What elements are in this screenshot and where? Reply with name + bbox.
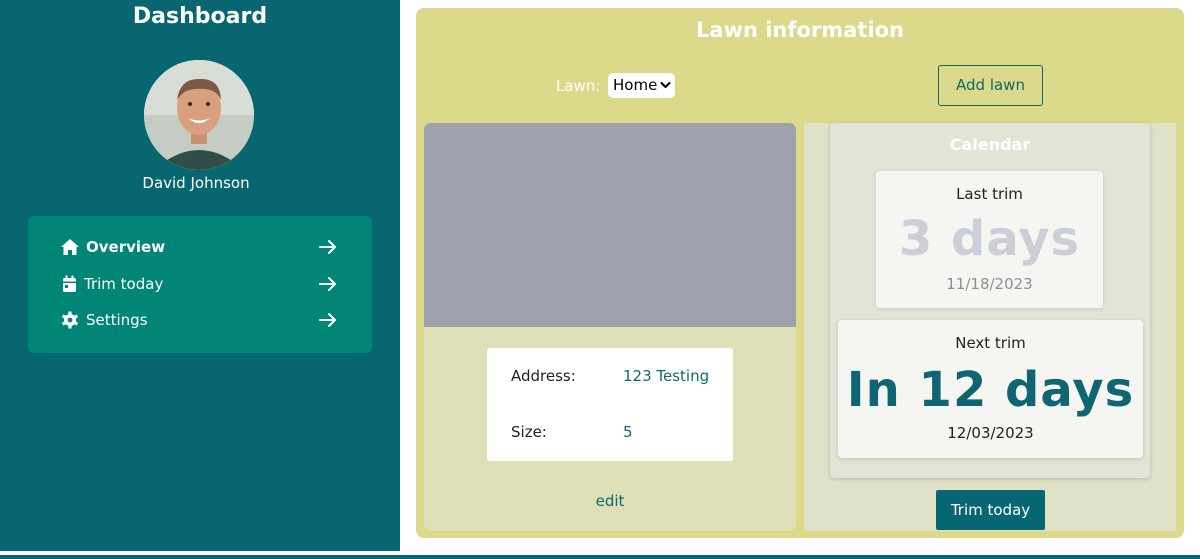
chevron-down-icon: [660, 82, 671, 88]
trim-today-button[interactable]: Trim today: [936, 490, 1045, 530]
next-trim-label: Next trim: [955, 334, 1026, 352]
add-lawn-button[interactable]: Add lawn: [938, 65, 1043, 106]
last-trim-label: Last trim: [956, 185, 1023, 203]
nav-label-trim-today: Trim today: [84, 275, 164, 293]
lawn-information-panel: Lawn information Lawn: Home Add lawn Add…: [416, 8, 1184, 538]
lawn-details: Address: 123 Testing Size: 5: [487, 348, 733, 461]
avatar-image: [144, 60, 254, 170]
sidebar-title: Dashboard: [132, 4, 268, 29]
sidebar-nav: Overview Trim today Settings: [28, 216, 372, 353]
last-trim-days: 3 days: [898, 211, 1081, 267]
arrow-right-icon: [319, 240, 336, 254]
sidebar: Dashboard David Johnson Overview Trim to…: [0, 0, 400, 551]
nav-item-trim-today[interactable]: Trim today: [28, 269, 372, 299]
calendar-panel: Calendar Last trim 3 days 11/18/2023 Nex…: [830, 123, 1150, 478]
calendar-icon: [63, 275, 76, 292]
next-trim-days: In 12 days: [846, 362, 1135, 418]
nav-item-settings[interactable]: Settings: [28, 305, 372, 335]
lawn-photo-placeholder: [424, 123, 796, 327]
address-label: Address:: [511, 367, 576, 385]
nav-item-overview[interactable]: Overview: [28, 232, 372, 262]
next-trim-date: 12/03/2023: [947, 424, 1034, 442]
nav-label-overview: Overview: [86, 238, 166, 256]
calendar-title: Calendar: [949, 135, 1031, 154]
user-name: David Johnson: [142, 174, 250, 192]
nav-label-settings: Settings: [86, 311, 148, 329]
lawn-card: Address: 123 Testing Size: 5 edit: [424, 123, 796, 531]
avatar: [144, 60, 254, 170]
last-trim-date: 11/18/2023: [946, 275, 1033, 293]
edit-lawn-link[interactable]: edit: [424, 492, 796, 510]
size-value: 5: [623, 423, 633, 441]
last-trim-card: Last trim 3 days 11/18/2023: [876, 171, 1103, 308]
home-icon: [61, 239, 79, 255]
lawn-select-label: Lawn:: [556, 77, 601, 95]
arrow-right-icon: [319, 277, 336, 291]
next-trim-card: Next trim In 12 days 12/03/2023: [838, 320, 1143, 458]
calendar-column: Calendar Last trim 3 days 11/18/2023 Nex…: [804, 123, 1176, 531]
gear-icon: [61, 311, 79, 329]
page-title: Lawn information: [696, 18, 904, 42]
bottom-bar-line: [0, 555, 1200, 559]
size-label: Size:: [511, 423, 547, 441]
address-value: 123 Testing: [623, 367, 710, 385]
lawn-select-value: Home: [613, 76, 658, 94]
bottom-bar: [0, 551, 1200, 559]
arrow-right-icon: [319, 313, 336, 327]
lawn-select[interactable]: Home: [608, 73, 675, 98]
